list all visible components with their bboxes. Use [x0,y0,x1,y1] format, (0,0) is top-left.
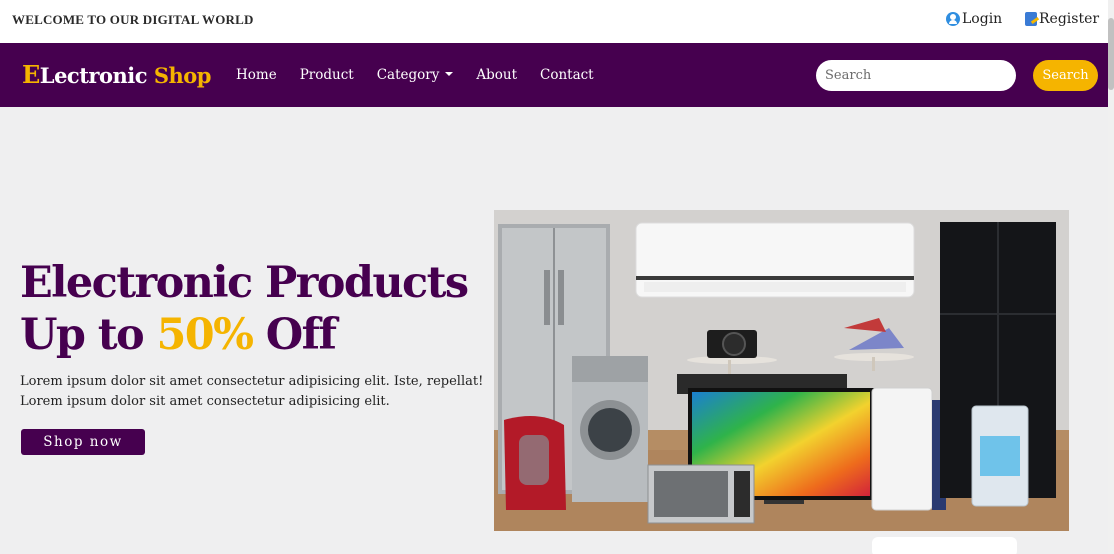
hero-product-image [494,210,1069,531]
hero-title: Electronic Products Up to 50% Off [20,257,469,361]
brand-first-letter: E [22,60,40,89]
search-input[interactable] [816,60,1016,91]
hero-title-line2-pre: Up to [20,310,157,360]
hero-section: Electronic Products Up to 50% Off Lorem … [0,107,1108,554]
white-patch [872,537,1017,554]
login-label: Login [962,11,1003,27]
user-circle-icon [946,12,960,26]
hero-title-line2-post: Off [252,310,337,360]
scrollbar-thumb[interactable] [1108,18,1114,90]
login-link[interactable]: Login [946,11,1002,27]
nav-contact[interactable]: Contact [540,67,594,83]
nav-about[interactable]: About [476,67,517,83]
page-scrollbar[interactable] [1108,0,1114,554]
brand-shop: Shop [153,63,212,88]
register-link[interactable]: Register [1025,11,1099,27]
nav-category-dropdown[interactable]: Category [377,67,454,83]
welcome-text: WELCOME TO OUR DIGITAL WORLD [12,12,254,27]
hero-title-line1: Electronic Products [20,258,469,308]
main-navbar: ELectronic Shop Home Product Category Ab… [0,43,1108,107]
nav-home[interactable]: Home [236,67,277,83]
hero-description: Lorem ipsum dolor sit amet consectetur a… [20,374,484,409]
nav-product[interactable]: Product [300,67,354,83]
brand-name: Lectronic [39,63,154,88]
shop-now-button[interactable]: Shop now [21,429,145,455]
brand-logo[interactable]: ELectronic Shop [22,60,211,89]
nav-menu: Home Product Category About Contact [236,67,617,83]
top-bar: WELCOME TO OUR DIGITAL WORLD Login Regis… [0,0,1108,43]
search-button[interactable]: Search [1033,60,1098,91]
hero-discount: 50% [156,310,254,360]
register-label: Register [1039,11,1100,27]
register-icon [1025,12,1037,26]
